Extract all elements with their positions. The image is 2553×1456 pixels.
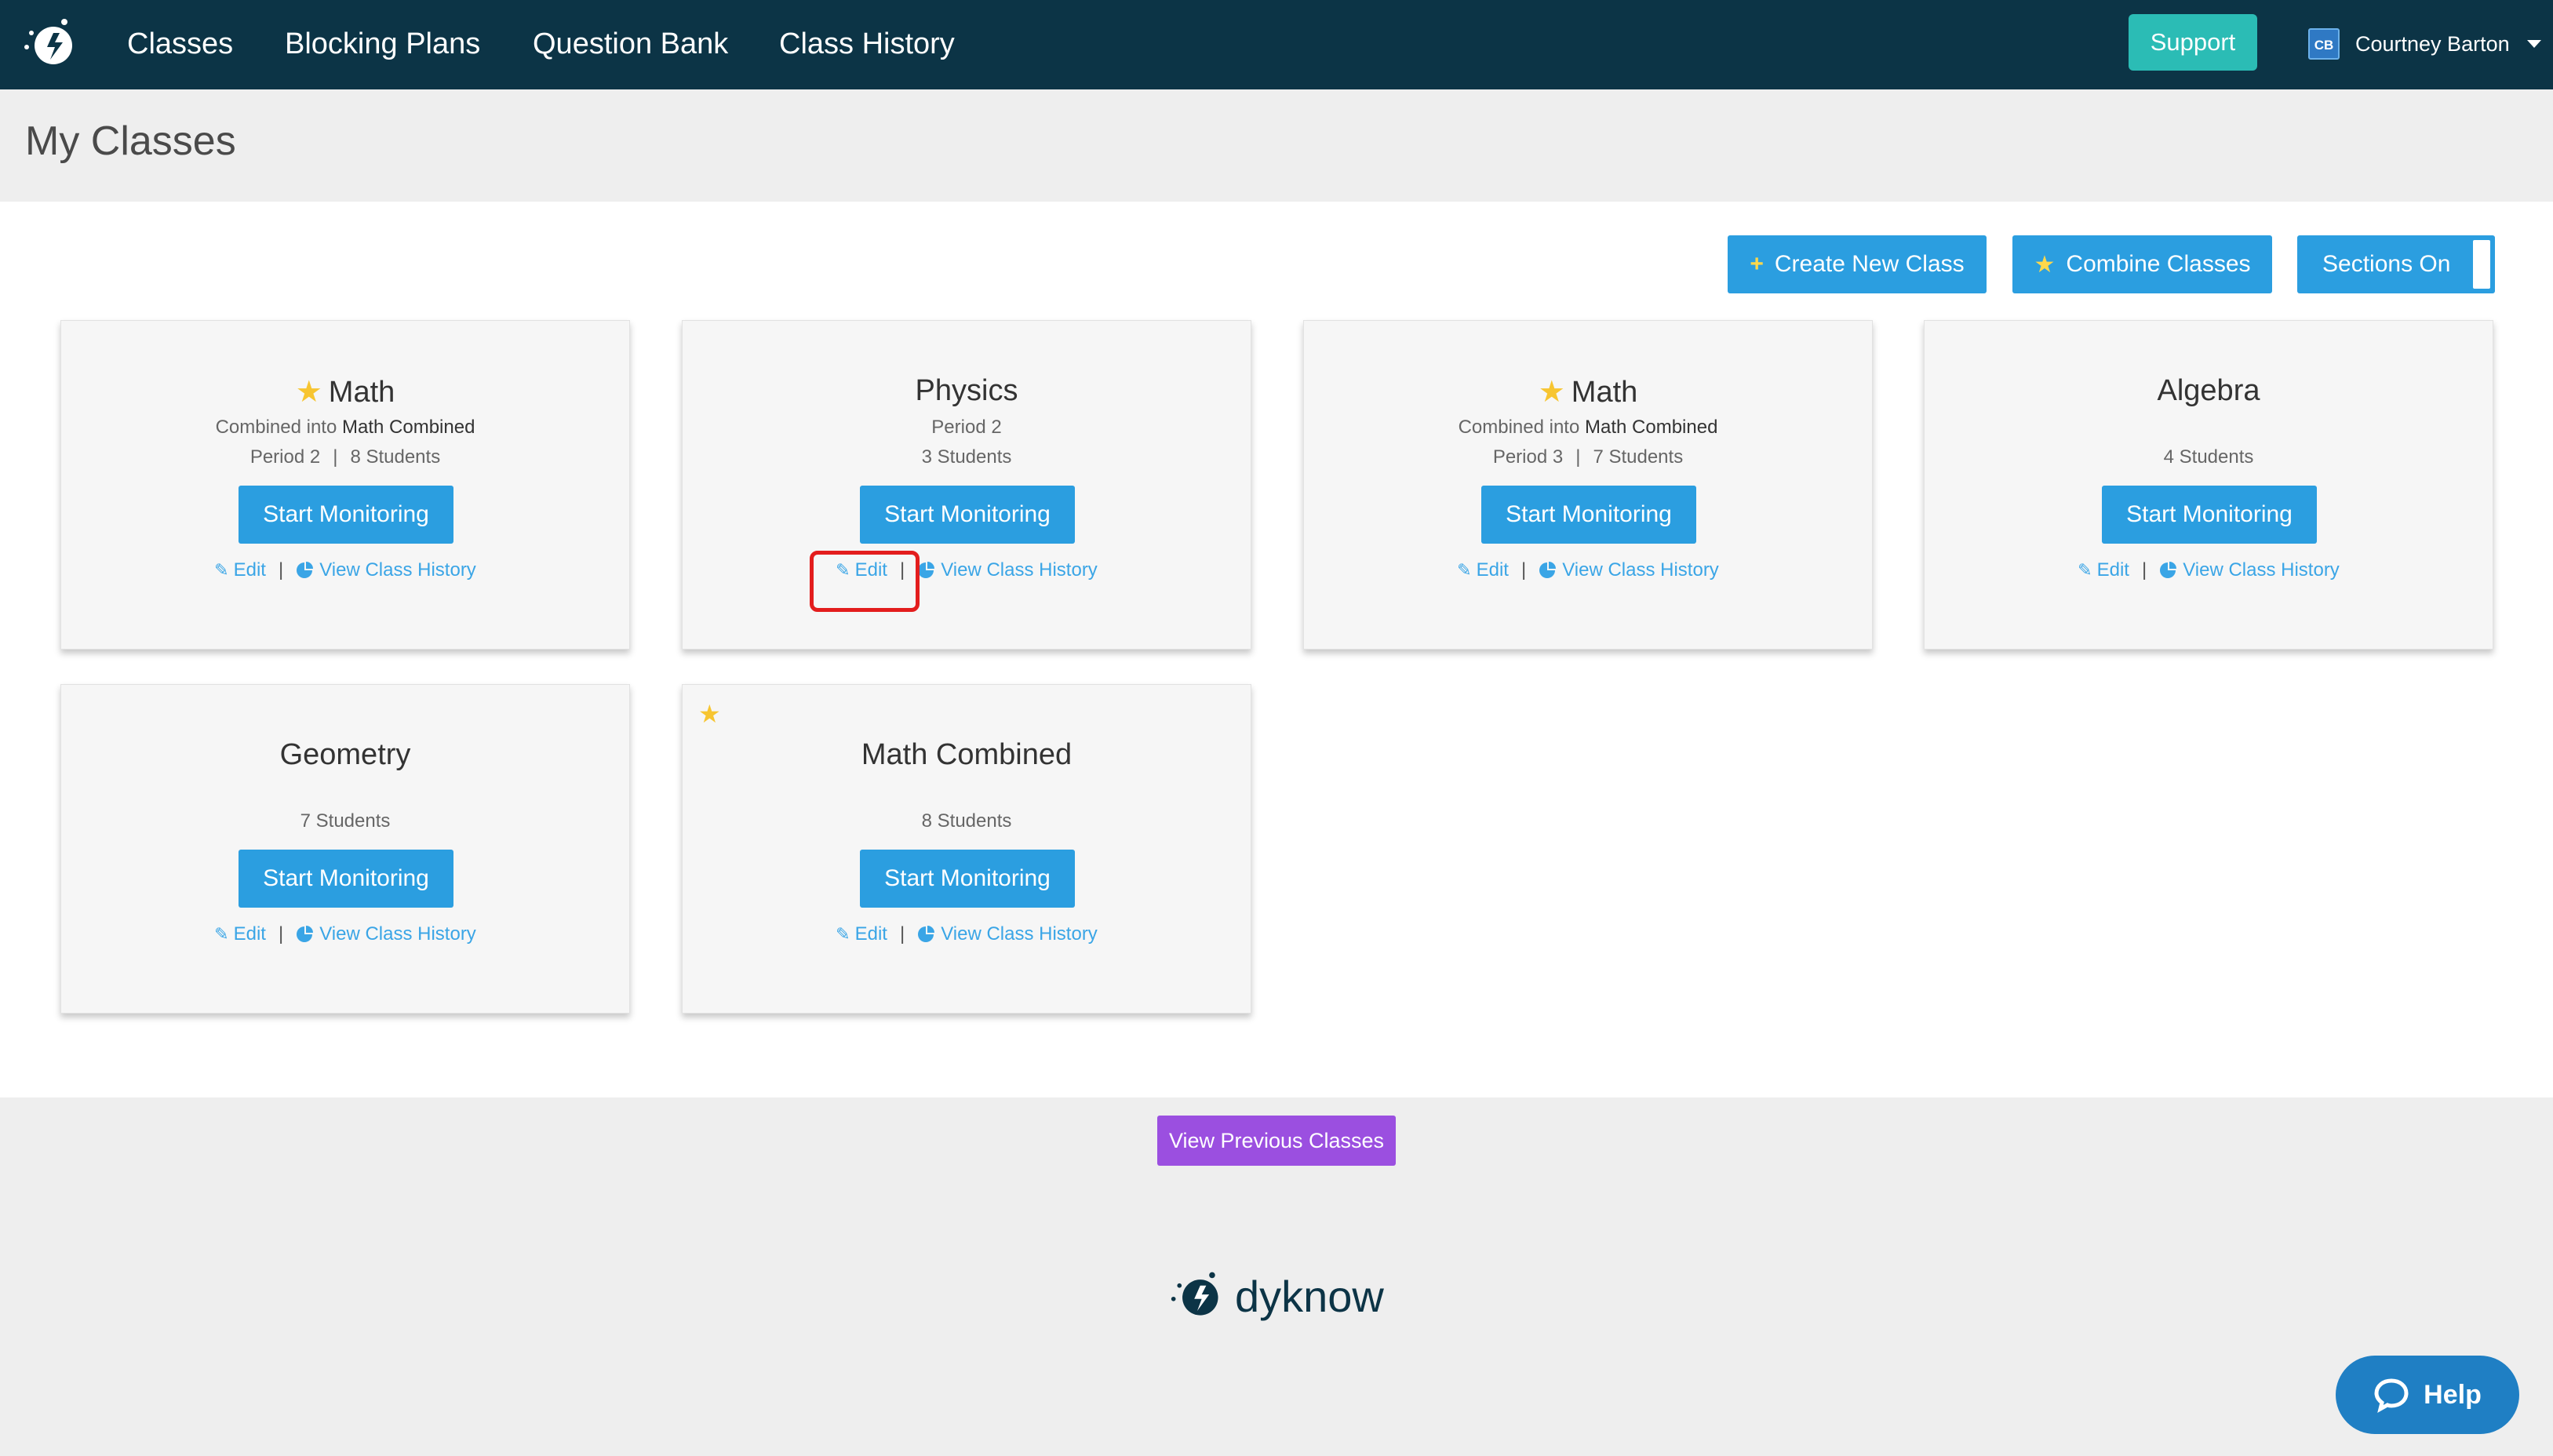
caret-down-icon <box>2526 40 2541 48</box>
pencil-icon: ✎ <box>1457 560 1472 580</box>
sections-toggle-label: Sections On <box>2322 251 2451 277</box>
divider: | <box>2141 559 2147 581</box>
class-card-algebra: Algebra 4 Students Start Monitoring ✎ Edi… <box>1924 320 2493 650</box>
class-period: Period 2 <box>931 417 1002 438</box>
class-card-geometry: Geometry 7 Students Start Monitoring ✎ Ed… <box>60 684 630 1014</box>
view-class-history-link[interactable]: View Class History <box>2159 559 2340 581</box>
avatar: CB <box>2308 28 2340 60</box>
nav-classes[interactable]: Classes <box>127 24 233 64</box>
class-title: Physics <box>915 374 1018 407</box>
view-class-history-link[interactable]: View Class History <box>1539 559 1719 581</box>
card-links: ✎ Edit | View Class History <box>1304 559 1872 581</box>
brand-name: dyknow <box>1235 1271 1384 1321</box>
edit-link[interactable]: ✎ Edit <box>836 923 887 945</box>
combine-classes-label: Combine Classes <box>2066 251 2251 277</box>
card-links: ✎ Edit | View Class History <box>61 559 629 581</box>
user-menu[interactable]: CB Courtney Barton <box>2308 27 2541 61</box>
class-title: Geometry <box>279 738 411 771</box>
view-previous-classes-button[interactable]: View Previous Classes <box>1157 1116 1396 1166</box>
combined-info: Combined into Math Combined <box>215 417 475 438</box>
pie-chart-icon <box>297 562 314 578</box>
pie-chart-icon <box>1539 562 1557 578</box>
edit-link[interactable]: ✎ Edit <box>214 559 266 581</box>
combine-classes-button[interactable]: ★ Combine Classes <box>2012 235 2272 293</box>
star-icon: ★ <box>698 700 721 728</box>
class-students: 4 Students <box>2163 446 2254 468</box>
class-students: 3 Students <box>921 446 1012 468</box>
class-card-physics: Physics Period 2 3 Students Start Monito… <box>682 320 1251 650</box>
plus-icon: + <box>1750 251 1764 277</box>
view-class-history-link[interactable]: View Class History <box>917 923 1098 945</box>
page-title: My Classes <box>25 118 236 164</box>
view-class-history-link[interactable]: View Class History <box>917 559 1098 581</box>
divider: | <box>899 923 905 945</box>
create-new-class-button[interactable]: + Create New Class <box>1728 235 1987 293</box>
class-title: Math Combined <box>861 738 1073 771</box>
class-title: ★ Math <box>295 376 395 409</box>
start-monitoring-button[interactable]: Start Monitoring <box>860 850 1075 908</box>
combined-info: Combined into Math Combined <box>1458 417 1718 438</box>
pencil-icon: ✎ <box>214 560 229 580</box>
star-icon: ★ <box>1538 376 1565 409</box>
class-meta: Period 2 | 8 Students <box>249 446 441 468</box>
toggle-knob <box>2473 240 2490 289</box>
class-card-math: ★ Math Combined into Math Combined Period… <box>60 320 630 650</box>
create-new-class-label: Create New Class <box>1774 251 1965 277</box>
edit-link[interactable]: ✎ Edit <box>2078 559 2129 581</box>
pencil-icon: ✎ <box>214 924 229 944</box>
class-meta: Period 3 | 7 Students <box>1492 446 1684 468</box>
edit-link[interactable]: ✎ Edit <box>214 923 266 945</box>
start-monitoring-button[interactable]: Start Monitoring <box>860 486 1075 544</box>
card-links: ✎ Edit | View Class History <box>683 559 1251 581</box>
sections-toggle[interactable]: Sections On <box>2297 235 2495 293</box>
nav-blocking-plans[interactable]: Blocking Plans <box>285 24 480 64</box>
help-label: Help <box>2424 1379 2482 1410</box>
pencil-icon: ✎ <box>836 924 850 944</box>
divider: | <box>1521 559 1527 581</box>
class-card-math-combined: ★ Math Combined 8 Students Start Monitor… <box>682 684 1251 1014</box>
start-monitoring-button[interactable]: Start Monitoring <box>239 850 453 908</box>
class-title: Algebra <box>2157 374 2260 407</box>
divider: | <box>278 559 284 581</box>
class-students: 8 Students <box>921 810 1012 832</box>
view-class-history-link[interactable]: View Class History <box>296 923 476 945</box>
pencil-icon: ✎ <box>2078 560 2092 580</box>
pie-chart-icon <box>918 926 935 942</box>
nav-question-bank[interactable]: Question Bank <box>533 24 728 64</box>
star-icon: ★ <box>2034 251 2056 278</box>
user-name: Courtney Barton <box>2355 31 2510 56</box>
class-title: ★ Math <box>1538 376 1638 409</box>
chat-bubble-icon <box>2374 1378 2409 1413</box>
class-students: 7 Students <box>300 810 391 832</box>
dyknow-logo-icon[interactable] <box>20 16 80 72</box>
highlight-box <box>810 551 920 612</box>
pie-chart-icon <box>918 562 935 578</box>
pie-chart-icon <box>297 926 314 942</box>
support-button[interactable]: Support <box>2129 14 2257 71</box>
star-icon: ★ <box>295 376 322 409</box>
help-button[interactable]: Help <box>2336 1356 2519 1434</box>
nav-class-history[interactable]: Class History <box>779 24 955 64</box>
dyknow-logo-icon <box>1171 1272 1218 1316</box>
start-monitoring-button[interactable]: Start Monitoring <box>2102 486 2317 544</box>
card-links: ✎ Edit | View Class History <box>61 923 629 945</box>
view-class-history-link[interactable]: View Class History <box>296 559 476 581</box>
brand-footer: dyknow <box>1169 1265 1384 1327</box>
start-monitoring-button[interactable]: Start Monitoring <box>239 486 453 544</box>
card-links: ✎ Edit | View Class History <box>1925 559 2493 581</box>
pie-chart-icon <box>2160 562 2177 578</box>
start-monitoring-button[interactable]: Start Monitoring <box>1481 486 1696 544</box>
edit-link[interactable]: ✎ Edit <box>1457 559 1509 581</box>
top-nav: Classes Blocking Plans Question Bank Cla… <box>0 0 2553 89</box>
divider: | <box>278 923 284 945</box>
card-links: ✎ Edit | View Class History <box>683 923 1251 945</box>
class-card-math-period-3: ★ Math Combined into Math Combined Period… <box>1303 320 1873 650</box>
